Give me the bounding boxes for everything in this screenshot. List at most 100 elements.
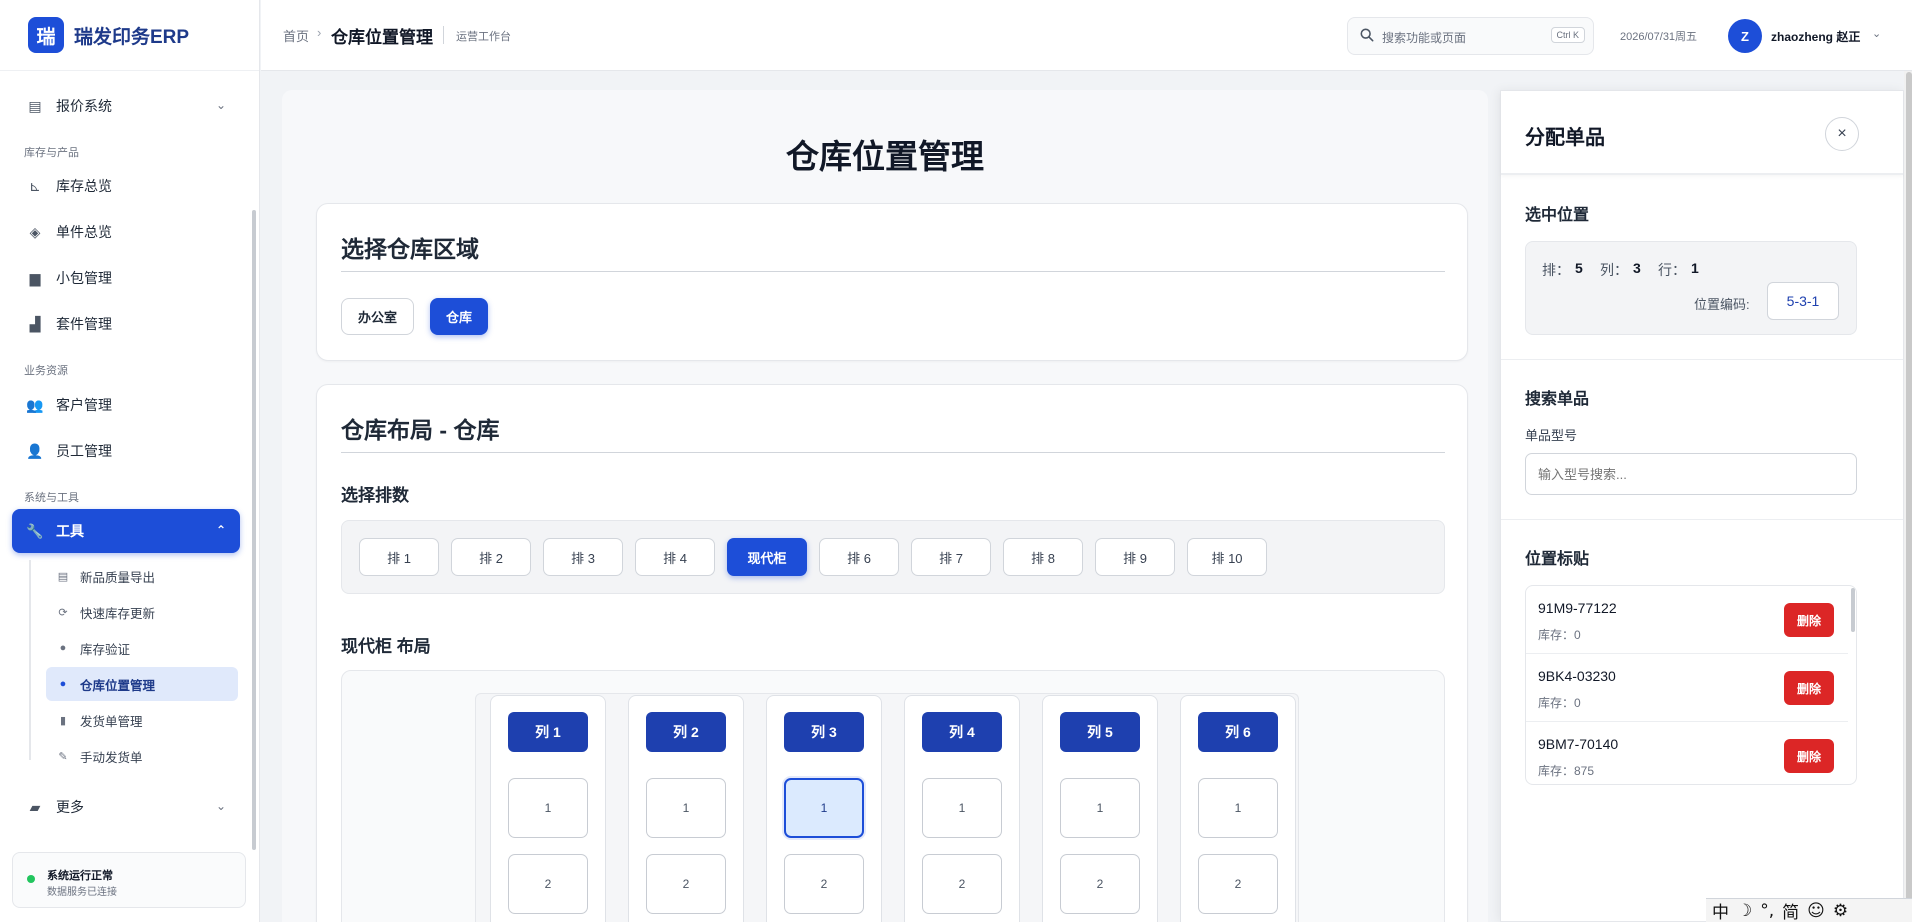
item-code: 91M9-77122	[1538, 600, 1617, 616]
brand-logo: 瑞	[28, 17, 64, 53]
avatar[interactable]: Z	[1728, 19, 1762, 53]
nav-label: 小包管理	[56, 270, 112, 286]
column-header[interactable]: 列 5	[1060, 712, 1140, 752]
delete-button[interactable]: 删除	[1784, 671, 1834, 705]
column-header[interactable]: 列 4	[922, 712, 1002, 752]
column-3: 列 3 1 2	[766, 695, 882, 922]
column-header[interactable]: 列 6	[1198, 712, 1278, 752]
global-search[interactable]: 搜索功能或页面 Ctrl K	[1347, 17, 1594, 55]
location-cell[interactable]: 2	[922, 854, 1002, 914]
main-content: 仓库位置管理 选择仓库区域 办公室 仓库 仓库布局 - 仓库 选择排数 排 1 …	[282, 90, 1488, 922]
row-button-8[interactable]: 排 8	[1003, 538, 1083, 576]
sub-item-label: 手动发货单	[80, 750, 143, 765]
location-cell[interactable]: 2	[784, 854, 864, 914]
row-button-4[interactable]: 排 4	[635, 538, 715, 576]
row-button-10[interactable]: 排 10	[1187, 538, 1267, 576]
column-header[interactable]: 列 3	[784, 712, 864, 752]
page-scrollbar[interactable]	[1906, 72, 1912, 902]
nav-kit-management[interactable]: ▟ 套件管理	[12, 302, 240, 346]
location-tags-list: 91M9-77122 库存：0 删除 9BK4-03230 库存：0 删除 9B…	[1525, 585, 1857, 785]
location-cell[interactable]: 2	[1198, 854, 1278, 914]
sub-item-shipping-management[interactable]: ▮ 发货单管理	[46, 703, 238, 737]
sub-item-label: 仓库位置管理	[80, 678, 156, 693]
status-title: 系统运行正常	[47, 870, 113, 882]
document-dollar-icon: ▤	[28, 97, 42, 114]
nav-employee-management[interactable]: 👤 员工管理	[12, 429, 240, 473]
user-name[interactable]: zhaozheng 赵正	[1771, 28, 1860, 45]
item-stock: 库存：875	[1538, 764, 1595, 778]
list-scrollbar[interactable]	[1851, 588, 1855, 632]
location-cell-selected[interactable]: 1	[784, 778, 864, 838]
search-placeholder: 搜索功能或页面	[1382, 31, 1467, 45]
location-cell[interactable]: 1	[508, 778, 588, 838]
delete-button[interactable]: 删除	[1784, 603, 1834, 637]
delete-button[interactable]: 删除	[1784, 739, 1834, 773]
status-dot	[27, 875, 35, 883]
page-title: 仓库位置管理	[786, 138, 984, 175]
nav-tools[interactable]: 🔧 工具 ⌃	[12, 509, 240, 553]
row-button-1[interactable]: 排 1	[359, 538, 439, 576]
row-button-6[interactable]: 排 6	[819, 538, 899, 576]
nav-label: 套件管理	[56, 316, 112, 332]
location-code-value: 5-3-1	[1767, 282, 1839, 320]
col-value: 3	[1633, 260, 1641, 276]
divider	[1501, 359, 1903, 360]
nav-more[interactable]: ▰ 更多 ⌄	[12, 785, 240, 829]
line-label: 行：	[1658, 262, 1686, 278]
column-header[interactable]: 列 2	[646, 712, 726, 752]
row-button-9[interactable]: 排 9	[1095, 538, 1175, 576]
location-cell[interactable]: 2	[1060, 854, 1140, 914]
brand[interactable]: 瑞 瑞发印务ERP	[0, 0, 259, 71]
sub-item-quick-stock-update[interactable]: ⟳ 快速库存更新	[46, 595, 238, 629]
nav-quote-system[interactable]: ▤ 报价系统 ⌄	[12, 84, 240, 128]
row-button-2[interactable]: 排 2	[451, 538, 531, 576]
sub-item-stock-verify[interactable]: ● 库存验证	[46, 631, 238, 665]
location-cell[interactable]: 1	[646, 778, 726, 838]
map-pin-icon: ●	[59, 678, 67, 690]
selected-location-box: 排： 5 列： 3 行： 1 位置编码: 5-3-1	[1525, 241, 1857, 335]
item-model-input[interactable]	[1525, 453, 1857, 495]
sub-item-warehouse-location[interactable]: ● 仓库位置管理	[46, 667, 238, 701]
location-cell[interactable]: 1	[1198, 778, 1278, 838]
breadcrumb-home[interactable]: 首页	[283, 26, 309, 45]
column-1: 列 1 1 2	[490, 695, 606, 922]
nav-customer-management[interactable]: 👥 客户管理	[12, 383, 240, 427]
cabinet-layout: 列 1 1 2 列 2 1 2 列 3 1 2 列 4 1 2 列 5 1 2 …	[341, 670, 1445, 922]
sub-item-new-quality-export[interactable]: ▤ 新品质量导出	[46, 559, 238, 593]
nav-label: 库存总览	[56, 178, 112, 194]
location-cell[interactable]: 1	[1060, 778, 1140, 838]
row-button-modern-cabinet[interactable]: 现代柜	[727, 538, 807, 576]
row-button-3[interactable]: 排 3	[543, 538, 623, 576]
list-item: 9BM7-70140 库存：875 删除	[1526, 722, 1848, 784]
punctuation-icon[interactable]: °,	[1760, 901, 1774, 921]
search-icon	[1360, 28, 1374, 42]
gear-icon[interactable]: ⚙	[1833, 901, 1848, 921]
cabinet-grid: 列 1 1 2 列 2 1 2 列 3 1 2 列 4 1 2 列 5 1 2 …	[475, 693, 1299, 922]
emoji-icon[interactable]: ☺	[1807, 901, 1825, 921]
ime-simplified-mode[interactable]: 简	[1782, 898, 1799, 922]
location-cell[interactable]: 1	[922, 778, 1002, 838]
list-item: 9BK4-03230 库存：0 删除	[1526, 654, 1848, 722]
area-button-warehouse[interactable]: 仓库	[430, 298, 489, 335]
box-icon: ▆	[29, 269, 41, 286]
chevron-down-icon: ⌄	[215, 98, 226, 112]
nav-package-management[interactable]: ▆ 小包管理	[12, 256, 240, 300]
area-button-office[interactable]: 办公室	[341, 298, 415, 335]
nav-inventory-overview[interactable]: ⊾ 库存总览	[12, 164, 240, 208]
chevron-down-icon[interactable]: ⌄	[1872, 27, 1881, 40]
close-icon[interactable]: ×	[1825, 117, 1859, 151]
location-cell[interactable]: 2	[508, 854, 588, 914]
area-select-card: 选择仓库区域 办公室 仓库	[316, 203, 1468, 361]
item-model-label: 单品型号	[1525, 428, 1578, 443]
card-title: 选择仓库区域	[341, 236, 479, 262]
column-header[interactable]: 列 1	[508, 712, 588, 752]
ime-chinese-mode[interactable]: 中	[1712, 898, 1729, 922]
moon-icon[interactable]: ☽	[1737, 901, 1752, 921]
nav-unit-overview[interactable]: ◈ 单件总览	[12, 210, 240, 254]
card-title: 仓库布局 - 仓库	[341, 417, 500, 443]
sidebar-scrollbar[interactable]	[252, 210, 256, 850]
row-button-7[interactable]: 排 7	[911, 538, 991, 576]
sub-item-manual-shipping[interactable]: ✎ 手动发货单	[46, 739, 238, 773]
item-stock: 库存：0	[1538, 696, 1581, 710]
location-cell[interactable]: 2	[646, 854, 726, 914]
